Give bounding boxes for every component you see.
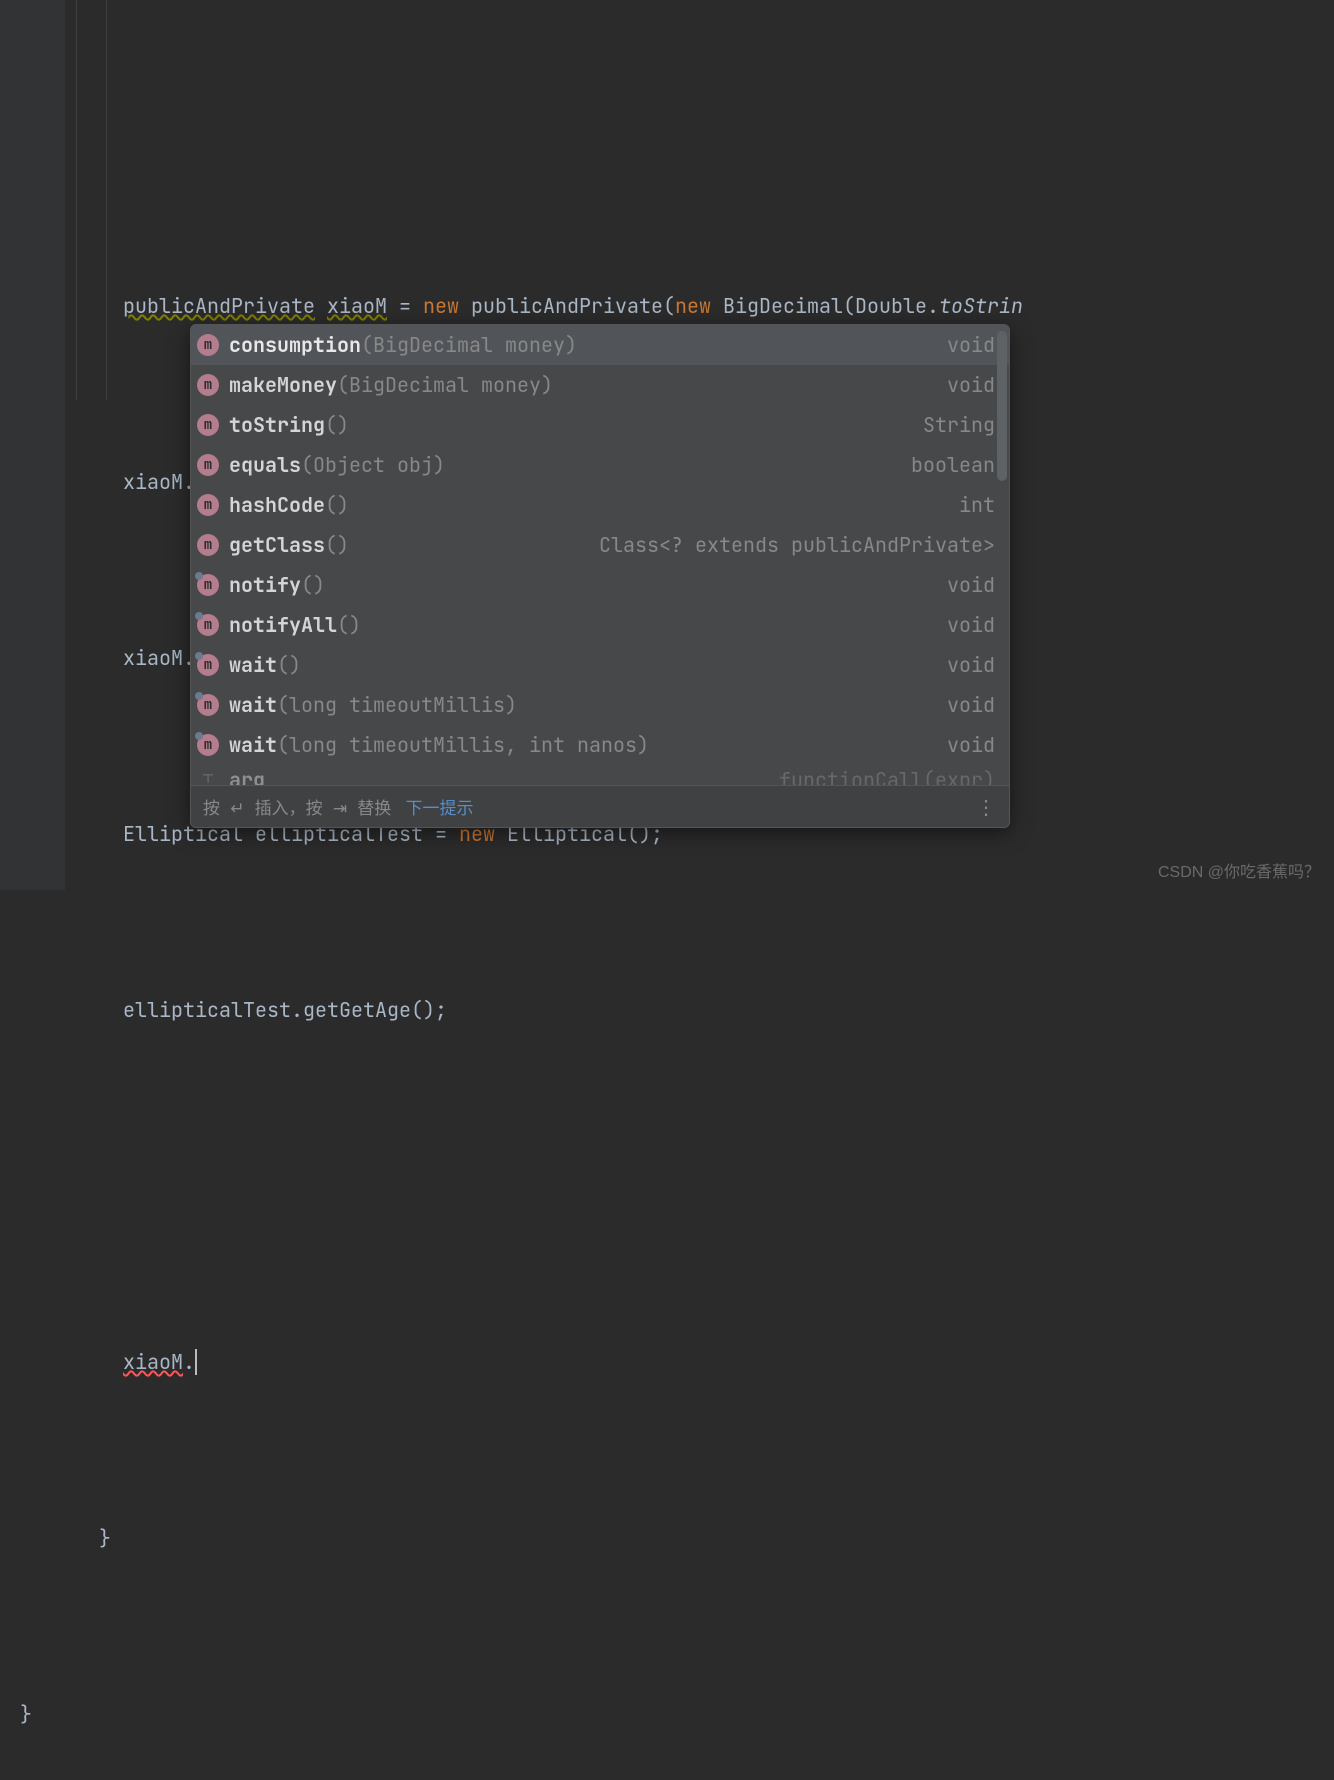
- template-icon: ⊤: [197, 767, 219, 785]
- completion-return-type: String: [913, 412, 995, 438]
- text-cursor: [195, 1349, 197, 1375]
- completion-item[interactable]: mwait(long timeoutMillis, int nanos) void: [191, 725, 1009, 765]
- method-icon: m: [197, 334, 219, 356]
- completion-return-type: void: [937, 732, 995, 758]
- method-icon: m: [197, 534, 219, 556]
- completion-return-type: int: [949, 492, 995, 518]
- completion-name: consumption: [229, 332, 361, 358]
- method-icon: m: [197, 654, 219, 676]
- completion-params: (): [301, 572, 325, 598]
- completion-return-type: void: [937, 572, 995, 598]
- completion-name: arg: [229, 767, 265, 785]
- completion-params: (): [277, 652, 301, 678]
- completion-name: toString: [229, 412, 325, 438]
- completion-name: wait: [229, 692, 277, 718]
- completion-item[interactable]: mwait(long timeoutMillis) void: [191, 685, 1009, 725]
- completion-params: (): [325, 412, 349, 438]
- completion-item[interactable]: ⊤ arg functionCall(expr): [191, 765, 1009, 785]
- method-icon: m: [197, 374, 219, 396]
- scrollbar-thumb[interactable]: [997, 331, 1007, 481]
- completion-return-type: functionCall(expr): [769, 767, 995, 785]
- completion-return-type: void: [937, 692, 995, 718]
- completion-name: hashCode: [229, 492, 325, 518]
- autocomplete-popup: mconsumption(BigDecimal money)voidmmakeM…: [190, 324, 1010, 828]
- completion-params: (long timeoutMillis): [277, 692, 517, 718]
- watermark: CSDN @你吃香蕉吗？: [1158, 858, 1320, 882]
- completion-name: wait: [229, 652, 277, 678]
- completion-name: wait: [229, 732, 277, 758]
- completion-params: (long timeoutMillis, int nanos): [277, 732, 649, 758]
- autocomplete-list[interactable]: mconsumption(BigDecimal money)voidmmakeM…: [191, 325, 1009, 785]
- code-text: ellipticalTest.getGetAge();: [123, 997, 447, 1023]
- completion-return-type: boolean: [901, 452, 995, 478]
- method-icon: m: [197, 574, 219, 596]
- completion-return-type: void: [937, 612, 995, 638]
- completion-params: (Object obj): [301, 452, 445, 478]
- code-line[interactable]: publicAndPrivate xiaoM = new publicAndPr…: [0, 284, 1334, 328]
- code-line[interactable]: ellipticalTest.getGetAge();: [0, 988, 1334, 1032]
- next-hint-link[interactable]: 下一提示: [406, 798, 474, 820]
- completion-item[interactable]: m hashCode() int: [191, 485, 1009, 525]
- code-line[interactable]: }: [0, 1692, 1334, 1736]
- code-line[interactable]: }: [0, 1516, 1334, 1560]
- completion-item[interactable]: m notifyAll() void: [191, 605, 1009, 645]
- completion-name: notifyAll: [229, 612, 337, 638]
- code-text: publicAndPrivate xiaoM = new publicAndPr…: [123, 293, 1023, 319]
- completion-item[interactable]: m consumption(BigDecimal money) void: [191, 325, 1009, 365]
- brace: }: [99, 1525, 111, 1551]
- code-text: xiaoM.: [123, 1349, 195, 1375]
- completion-item[interactable]: mwait() void: [191, 645, 1009, 685]
- method-icon: m: [197, 694, 219, 716]
- completion-return-type: void: [937, 652, 995, 678]
- completion-name: equals: [229, 452, 301, 478]
- method-icon: m: [197, 414, 219, 436]
- completion-return-type: Class<? extends publicAndPrivate>: [589, 532, 995, 558]
- method-icon: m: [197, 614, 219, 636]
- completion-name: notify: [229, 572, 301, 598]
- autocomplete-footer: 按 ↵ 插入，按 ⇥ 替换 下一提示 ⋮: [191, 785, 1009, 827]
- method-icon: m: [197, 734, 219, 756]
- more-options-icon[interactable]: ⋮: [976, 794, 997, 820]
- completion-item[interactable]: m makeMoney(BigDecimal money) void: [191, 365, 1009, 405]
- code-line[interactable]: [0, 1164, 1334, 1208]
- completion-params: (): [325, 532, 349, 558]
- completion-name: makeMoney: [229, 372, 337, 398]
- completion-item[interactable]: mequals(Object obj) boolean: [191, 445, 1009, 485]
- completion-item[interactable]: m toString() String: [191, 405, 1009, 445]
- method-icon: m: [197, 454, 219, 476]
- completion-params: (): [325, 492, 349, 518]
- code-line[interactable]: public static void main(String[] args) {: [0, 132, 1334, 152]
- completion-return-type: void: [937, 372, 995, 398]
- completion-params: (BigDecimal money): [361, 332, 577, 358]
- method-icon: m: [197, 494, 219, 516]
- code-editor[interactable]: public static void main(String[] args) {…: [0, 0, 1334, 1780]
- brace: }: [20, 1701, 32, 1727]
- footer-hint: 按 ↵ 插入，按 ⇥ 替换 下一提示: [203, 794, 474, 820]
- completion-return-type: void: [937, 332, 995, 358]
- completion-params: (BigDecimal money): [337, 372, 553, 398]
- completion-item[interactable]: mnotify() void: [191, 565, 1009, 605]
- completion-name: getClass: [229, 532, 325, 558]
- code-line[interactable]: xiaoM.: [0, 1340, 1334, 1384]
- completion-params: (): [337, 612, 361, 638]
- completion-item[interactable]: m getClass() Class<? extends publicAndPriv…: [191, 525, 1009, 565]
